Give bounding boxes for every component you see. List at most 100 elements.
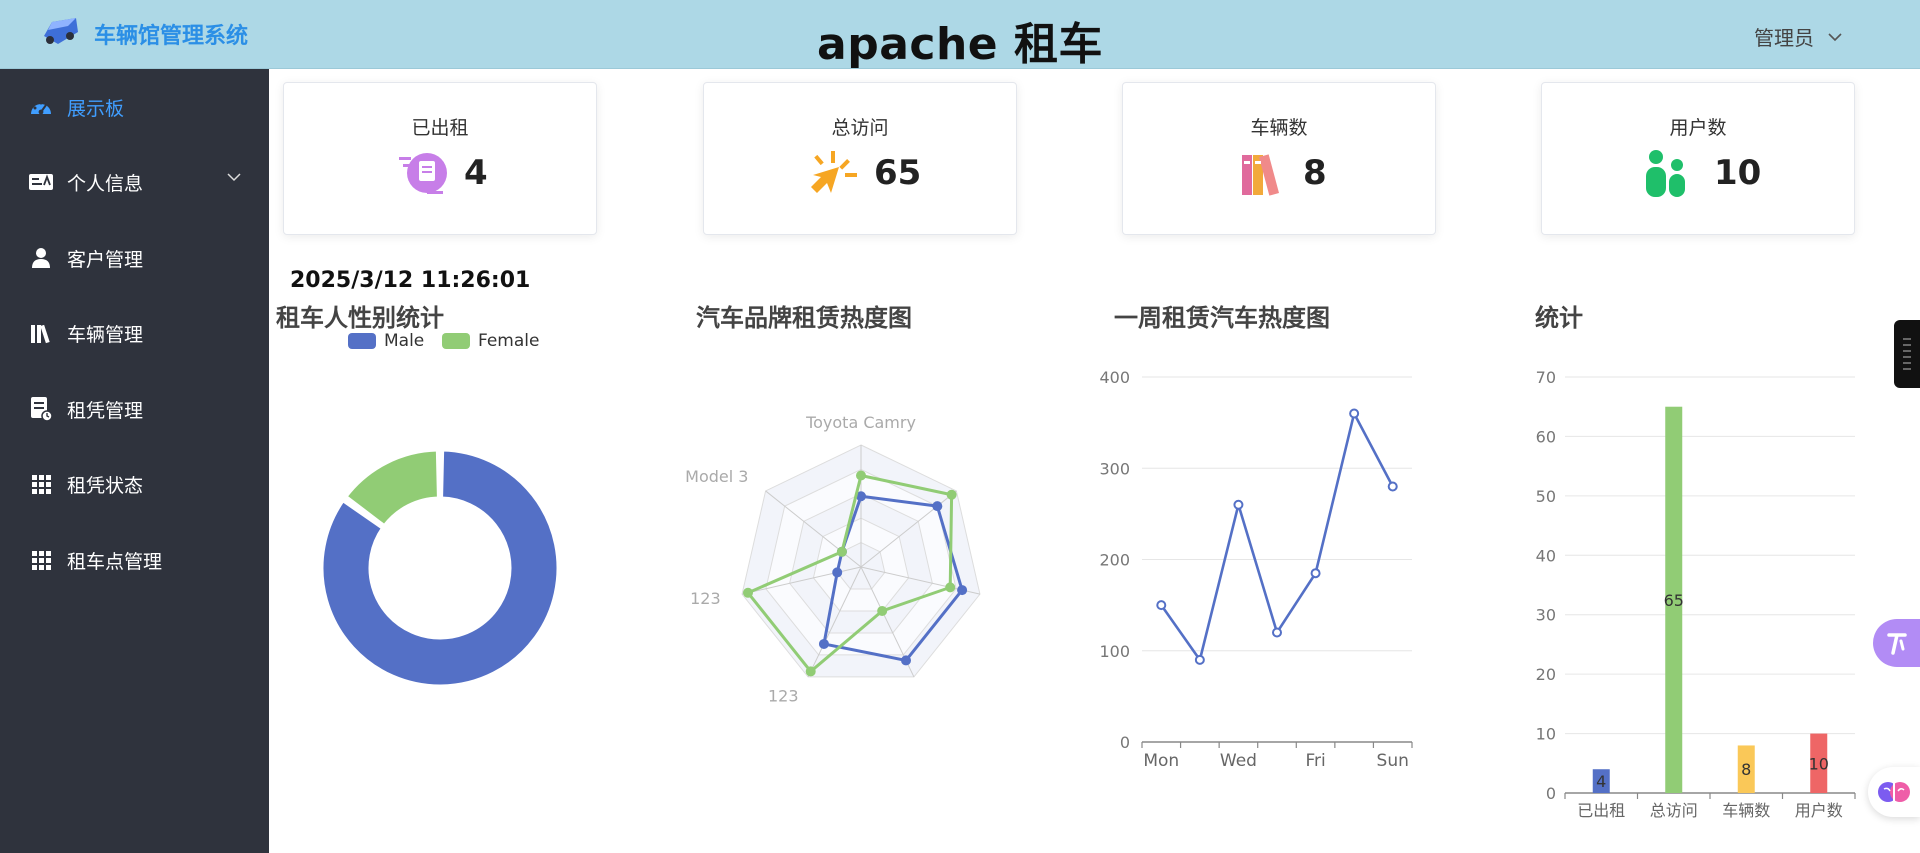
stat-card-visits: 总访问 65: [703, 82, 1017, 235]
sidebar-item-rental-status[interactable]: 租凭状态: [0, 454, 269, 514]
line-point: [1233, 499, 1244, 510]
line-point: [1387, 481, 1398, 492]
bar-value-label: 4: [1596, 772, 1606, 791]
radar-indicator-label: 123: [768, 687, 799, 706]
radar-point: [818, 638, 829, 649]
sidebar: 展示板 个人信息 客户管理 车辆管理 租凭管理 租凭状态 租车点管理: [0, 69, 269, 853]
stats-bar-chart: 0 10 20 30 40 50 60 70 4 已出租 65 总访问 8 车辆数 10 用户数: [1536, 368, 1856, 820]
x-tick-label: 用户数: [1795, 801, 1843, 820]
rental-icon: [399, 153, 447, 194]
current-datetime: 2025/3/12 11:26:01: [290, 268, 531, 293]
x-tick-label: 车辆数: [1722, 801, 1770, 820]
card-value: 8: [1303, 153, 1327, 193]
sidebar-item-label: 个人信息: [67, 172, 144, 195]
side-drawer-handle[interactable]: [1894, 320, 1920, 388]
card-value: 10: [1714, 153, 1762, 193]
radar-point: [900, 655, 911, 666]
bar-value-label: 65: [1664, 591, 1684, 610]
section-title-weekly-line: 一周租赁汽车热度图: [1114, 304, 1330, 332]
chevron-down-icon: [1828, 32, 1842, 41]
legend-swatch: [442, 333, 470, 349]
ai-assistant-button[interactable]: [1868, 767, 1920, 817]
x-tick-label: 已出租: [1577, 801, 1625, 820]
radar-point: [957, 585, 968, 596]
card-value: 65: [874, 153, 922, 193]
x-tick-label: 总访问: [1650, 801, 1698, 820]
line-series: [1160, 409, 1394, 663]
y-tick-label: 60: [1536, 427, 1556, 446]
radar-indicator-label: Toyota Camry: [805, 413, 916, 432]
user-menu[interactable]: 管理员: [1754, 22, 1842, 51]
radar-point: [743, 587, 754, 598]
books-icon: [28, 320, 54, 346]
radar-point: [856, 470, 866, 481]
radar-point: [945, 582, 956, 593]
x-tick-label: Fri: [1305, 751, 1325, 771]
y-tick-label: 200: [1100, 551, 1130, 570]
stat-card-users: 用户数 10: [1541, 82, 1855, 235]
y-tick-label: 0: [1546, 784, 1556, 803]
id-card-icon: [28, 169, 54, 195]
line-point: [1156, 600, 1167, 611]
sidebar-item-label: 租车点管理: [67, 550, 163, 573]
card-title: 已出租: [411, 117, 469, 139]
sidebar-item-label: 客户管理: [67, 248, 144, 271]
document-clock-icon: [28, 396, 54, 422]
sidebar-item-label: 车辆管理: [67, 323, 144, 346]
line-point: [1310, 568, 1321, 579]
line-point: [1194, 654, 1205, 665]
sidebar-item-dashboard[interactable]: 展示板: [0, 77, 269, 137]
radar-point: [877, 605, 888, 616]
sidebar-item-rentals[interactable]: 租凭管理: [0, 379, 269, 439]
y-tick-label: 50: [1536, 487, 1556, 506]
radar-point: [832, 567, 843, 578]
radar-indicator-label: Model 3: [686, 467, 748, 486]
brain-icon: [1878, 782, 1910, 802]
page-title: apache 租车: [817, 19, 1103, 70]
sidebar-item-profile[interactable]: 个人信息: [0, 152, 269, 212]
gender-donut-chart: Male Female: [320, 331, 560, 688]
line-point: [1349, 408, 1360, 419]
y-tick-label: 400: [1100, 368, 1130, 387]
line-point: [1272, 627, 1282, 638]
user-icon: [28, 245, 54, 271]
x-tick-label: Wed: [1220, 751, 1257, 771]
y-tick-label: 100: [1100, 642, 1130, 661]
chevron-down-icon: [227, 173, 241, 182]
section-title-stats: 统计: [1535, 304, 1583, 332]
stat-card-rented: 已出租 4: [283, 82, 597, 235]
grid-icon: [28, 471, 54, 497]
sidebar-item-label: 租凭管理: [67, 399, 144, 422]
section-title-brand-radar: 汽车品牌租赁热度图: [696, 304, 912, 332]
users-icon: [1646, 150, 1685, 197]
dashboard-icon: [28, 94, 54, 120]
legend-label: Female: [478, 331, 539, 351]
sidebar-item-customers[interactable]: 客户管理: [0, 228, 269, 288]
handle-grip-icon: [1903, 338, 1911, 370]
radar-point: [946, 489, 957, 500]
click-icon: [811, 151, 857, 193]
sidebar-item-label: 展示板: [67, 97, 125, 120]
y-tick-label: 40: [1536, 546, 1556, 565]
translate-float-button[interactable]: [1873, 619, 1920, 667]
y-tick-label: 20: [1536, 665, 1556, 684]
x-tick-label: Sun: [1377, 751, 1409, 771]
y-tick-label: 70: [1536, 368, 1556, 387]
sidebar-item-rental-points[interactable]: 租车点管理: [0, 530, 269, 590]
radar-point: [932, 501, 943, 512]
y-tick-label: 300: [1100, 459, 1130, 478]
books-icon: [1242, 154, 1280, 196]
radar-point: [805, 666, 816, 677]
radar-point: [836, 546, 847, 557]
header-bar: 车辆馆管理系统 apache 租车 管理员: [0, 0, 1920, 70]
grid-icon: [28, 547, 54, 573]
legend-label: Male: [384, 331, 424, 351]
y-tick-label: 30: [1536, 606, 1556, 625]
sidebar-item-vehicles[interactable]: 车辆管理: [0, 303, 269, 363]
legend-swatch: [348, 333, 376, 349]
radar-indicator-label: 123: [690, 589, 721, 608]
weekly-line-chart: 0 100 200 300 400 Mon Wed Fri Sun: [1100, 368, 1413, 771]
x-tick-label: Mon: [1143, 751, 1179, 771]
stat-card-vehicles: 车辆数 8: [1122, 82, 1436, 235]
card-value: 4: [464, 153, 488, 193]
